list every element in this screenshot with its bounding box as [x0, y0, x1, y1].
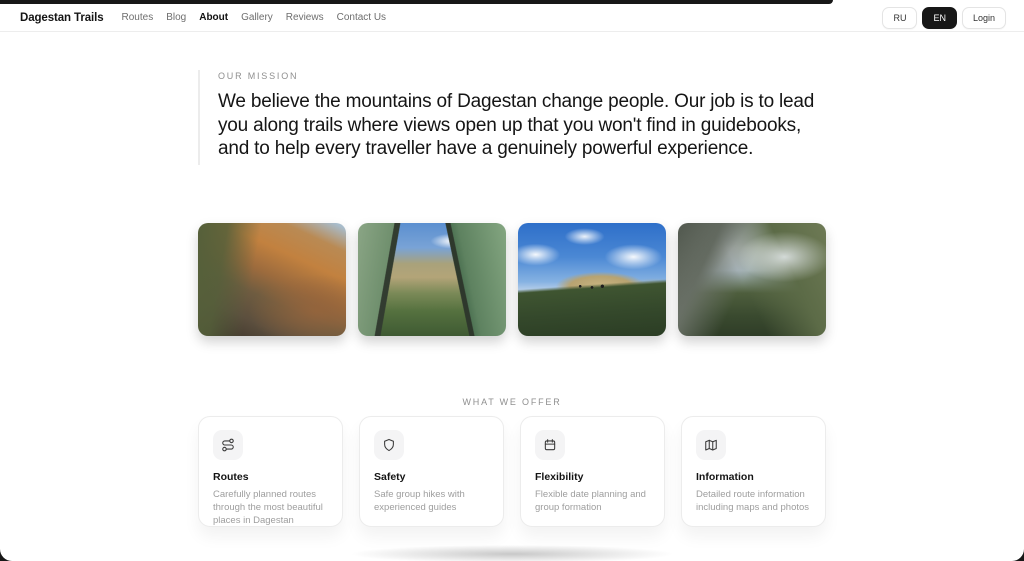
- brand-logo[interactable]: Dagestan Trails: [20, 12, 104, 24]
- map-icon: [696, 430, 726, 460]
- offer-card-title: Flexibility: [535, 471, 650, 483]
- offer-card-title: Routes: [213, 471, 328, 483]
- shield-icon: [374, 430, 404, 460]
- nav-link-gallery[interactable]: Gallery: [241, 10, 273, 25]
- mission-eyebrow: OUR MISSION: [218, 71, 830, 81]
- calendar-icon: [535, 430, 565, 460]
- nav-links: Routes Blog About Gallery Reviews Contac…: [122, 10, 387, 25]
- offer-card-description: Flexible date planning and group formati…: [535, 488, 650, 514]
- offers-eyebrow: WHAT WE OFFER: [0, 397, 1024, 407]
- photo-ridge-horses: [518, 223, 666, 336]
- dark-hero-edge: [0, 0, 833, 4]
- offer-card-description: Carefully planned routes through the mos…: [213, 488, 328, 527]
- top-navigation: Dagestan Trails Routes Blog About Galler…: [0, 0, 1024, 32]
- photo-mountain-gorge: [678, 223, 826, 336]
- bottom-section-shadow: [282, 541, 742, 561]
- mission-section: OUR MISSION We believe the mountains of …: [198, 70, 830, 165]
- nav-link-blog[interactable]: Blog: [166, 10, 186, 25]
- offer-card-title: Safety: [374, 471, 489, 483]
- dark-footer-corner-left: [0, 549, 16, 561]
- offer-cards: Routes Carefully planned routes through …: [198, 416, 826, 527]
- nav-actions: RU EN Login: [882, 7, 1006, 29]
- offer-card-information: Information Detailed route information i…: [681, 416, 826, 527]
- lang-button-ru[interactable]: RU: [882, 7, 917, 29]
- offer-card-routes: Routes Carefully planned routes through …: [198, 416, 343, 527]
- login-button[interactable]: Login: [962, 7, 1006, 29]
- offer-card-title: Information: [696, 471, 811, 483]
- photo-gallery: [198, 223, 826, 336]
- nav-link-reviews[interactable]: Reviews: [286, 10, 324, 25]
- nav-link-about[interactable]: About: [199, 10, 228, 25]
- offer-card-safety: Safety Safe group hikes with experienced…: [359, 416, 504, 527]
- photo-tent-view: [358, 223, 506, 336]
- dark-footer-corner-right: [1008, 549, 1024, 561]
- offer-card-flexibility: Flexibility Flexible date planning and g…: [520, 416, 665, 527]
- offer-card-description: Detailed route information including map…: [696, 488, 811, 514]
- offer-card-description: Safe group hikes with experienced guides: [374, 488, 489, 514]
- photo-sunset-valley: [198, 223, 346, 336]
- route-icon: [213, 430, 243, 460]
- nav-link-routes[interactable]: Routes: [122, 10, 154, 25]
- nav-link-contact[interactable]: Contact Us: [337, 10, 386, 25]
- mission-headline: We believe the mountains of Dagestan cha…: [218, 90, 818, 161]
- lang-button-en[interactable]: EN: [922, 7, 957, 29]
